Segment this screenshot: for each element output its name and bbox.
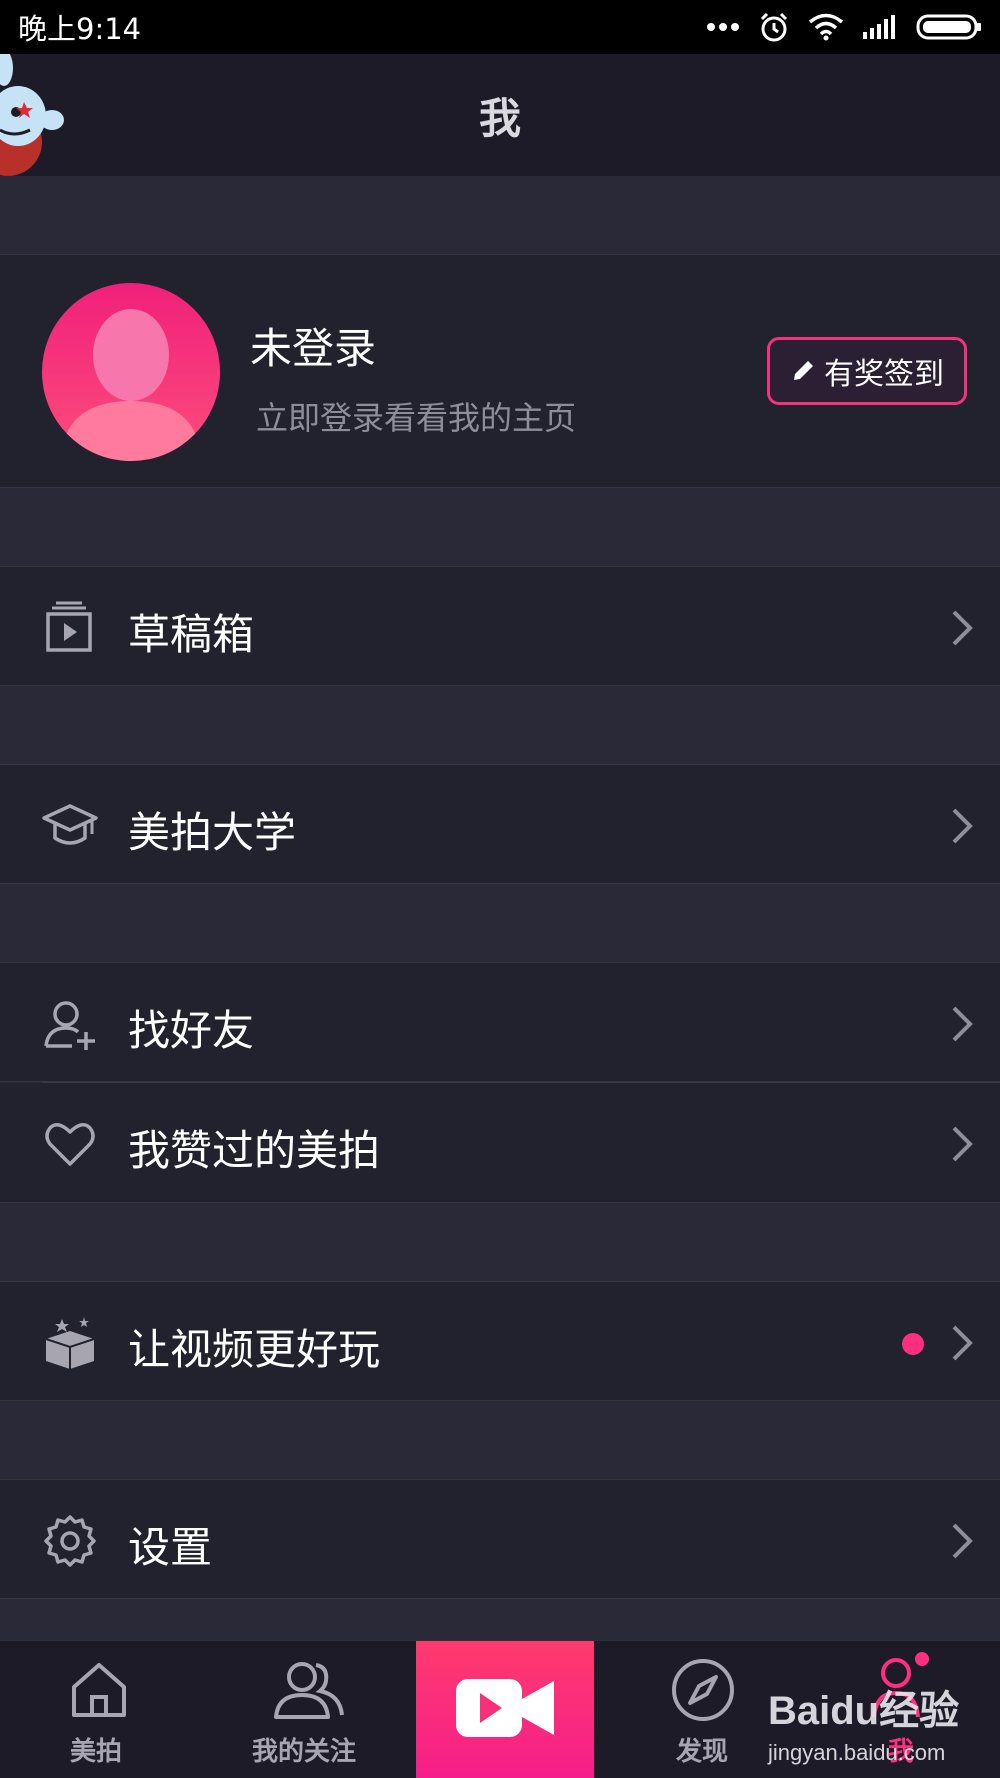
tab-home[interactable]: 美拍 — [0, 1641, 196, 1778]
drafts-icon — [46, 601, 92, 652]
menu-item-find-friends[interactable]: 找好友 — [0, 962, 1000, 1082]
heart-icon — [45, 1123, 95, 1166]
chevron-right-icon — [952, 1006, 973, 1042]
more-dots-icon — [707, 23, 739, 31]
menu-label-drafts: 草稿箱 — [128, 610, 255, 659]
status-bar: 晚上9:14 — [0, 0, 1000, 54]
users-icon — [274, 1662, 344, 1719]
pencil-icon — [794, 361, 813, 380]
alarm-icon — [760, 12, 788, 42]
video-camera-icon — [456, 1679, 554, 1737]
new-indicator-dot — [902, 1333, 924, 1355]
default-avatar-icon — [60, 309, 202, 461]
chevron-right-icon — [952, 610, 973, 646]
tab-following[interactable]: 我的关注 — [226, 1641, 390, 1778]
chevron-right-icon — [952, 808, 973, 844]
magic-box-icon — [45, 1317, 95, 1369]
baidu-watermark: Baidu经验 jingyan.baidu.com — [767, 1689, 959, 1765]
profile-name: 未登录 — [250, 324, 377, 373]
chevron-right-icon — [952, 1325, 973, 1361]
page-title: 我 — [478, 93, 521, 143]
status-icons — [706, 11, 982, 43]
watermark-url: jingyan.baidu.com — [767, 1740, 945, 1765]
tab-discover[interactable]: 发现 — [640, 1641, 770, 1778]
menu-item-fun-video[interactable]: 让视频更好玩 — [0, 1281, 1000, 1401]
menu-label-settings: 设置 — [128, 1523, 213, 1572]
checkin-label: 有奖签到 — [824, 357, 944, 392]
menu-label-liked: 我赞过的美拍 — [128, 1126, 381, 1175]
gear-icon — [44, 1515, 96, 1567]
menu-label-university: 美拍大学 — [128, 808, 297, 857]
tab-label-following: 我的关注 — [252, 1737, 357, 1767]
nav-bar: 我 — [0, 54, 1000, 176]
watermark-brand: Baidu经验 — [768, 1689, 959, 1733]
tab-label-home: 美拍 — [70, 1737, 123, 1767]
menu-item-settings[interactable]: 设置 — [0, 1479, 1000, 1599]
graduation-cap-icon — [42, 804, 98, 845]
tab-label-discover: 发现 — [676, 1737, 729, 1767]
chevron-right-icon — [952, 1523, 973, 1559]
status-time: 晚上9:14 — [18, 12, 142, 46]
menu-label-fun-video: 让视频更好玩 — [128, 1325, 381, 1374]
menu-label-find-friends: 找好友 — [128, 1006, 255, 1055]
home-icon — [72, 1663, 126, 1717]
profile-card[interactable]: 未登录 立即登录看看我的主页 有奖签到 — [0, 254, 1000, 488]
battery-icon — [916, 14, 981, 40]
avatar[interactable] — [42, 283, 220, 461]
signal-icon — [863, 15, 895, 39]
compass-icon — [672, 1659, 734, 1721]
chevron-right-icon — [952, 1126, 973, 1162]
add-user-icon — [44, 1001, 95, 1050]
menu-item-university[interactable]: 美拍大学 — [0, 764, 1000, 884]
mascot-sticker-icon — [0, 54, 64, 176]
menu-item-liked[interactable]: 我赞过的美拍 — [0, 1083, 1000, 1203]
checkin-button[interactable]: 有奖签到 — [767, 337, 967, 405]
menu-item-drafts[interactable]: 草稿箱 — [0, 566, 1000, 686]
wifi-icon — [808, 13, 844, 41]
profile-login-hint[interactable]: 立即登录看看我的主页 — [256, 393, 576, 439]
record-video-button[interactable] — [416, 1641, 594, 1778]
